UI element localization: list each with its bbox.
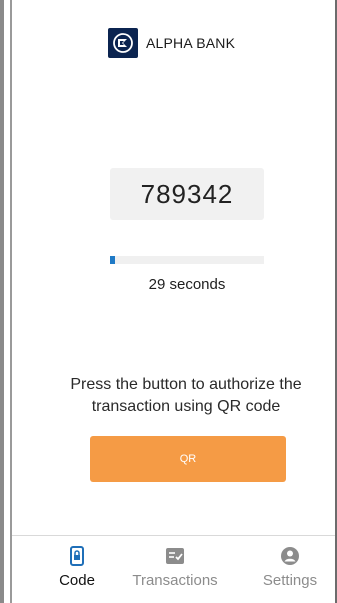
otp-seconds-remaining: 29 seconds — [148, 276, 226, 293]
checklist-icon — [130, 546, 220, 566]
tab-transactions-label: Transactions — [132, 572, 218, 589]
app-frame: ALPHA BANK 789342 29 seconds Press the b… — [0, 0, 337, 603]
bank-name: ALPHA BANK — [146, 35, 236, 51]
bank-logo: ALPHA BANK — [108, 28, 235, 58]
qr-button[interactable]: QR — [90, 436, 286, 482]
user-circle-icon — [245, 546, 335, 566]
qr-button-label: QR — [179, 453, 197, 465]
otp-code-box: 789342 — [110, 168, 264, 220]
authorize-message: Press the button to authorize the transa… — [70, 376, 302, 415]
alpha-bank-logo-icon — [108, 28, 138, 58]
phone-lock-icon — [32, 546, 122, 566]
app-screen: ALPHA BANK 789342 29 seconds Press the b… — [12, 0, 335, 603]
window-edge-left — [0, 0, 4, 603]
bottom-tab-bar: Code Transactions Settings — [12, 535, 335, 603]
otp-timer-progress — [110, 256, 264, 264]
otp-timer-progress-fill — [110, 256, 115, 264]
tab-code[interactable]: Code — [32, 546, 122, 589]
tab-transactions[interactable]: Transactions — [130, 546, 220, 589]
tab-settings-label: Settings — [262, 572, 318, 589]
tab-code-label: Code — [59, 572, 95, 589]
otp-code: 789342 — [140, 178, 234, 209]
tab-settings[interactable]: Settings — [245, 546, 335, 589]
